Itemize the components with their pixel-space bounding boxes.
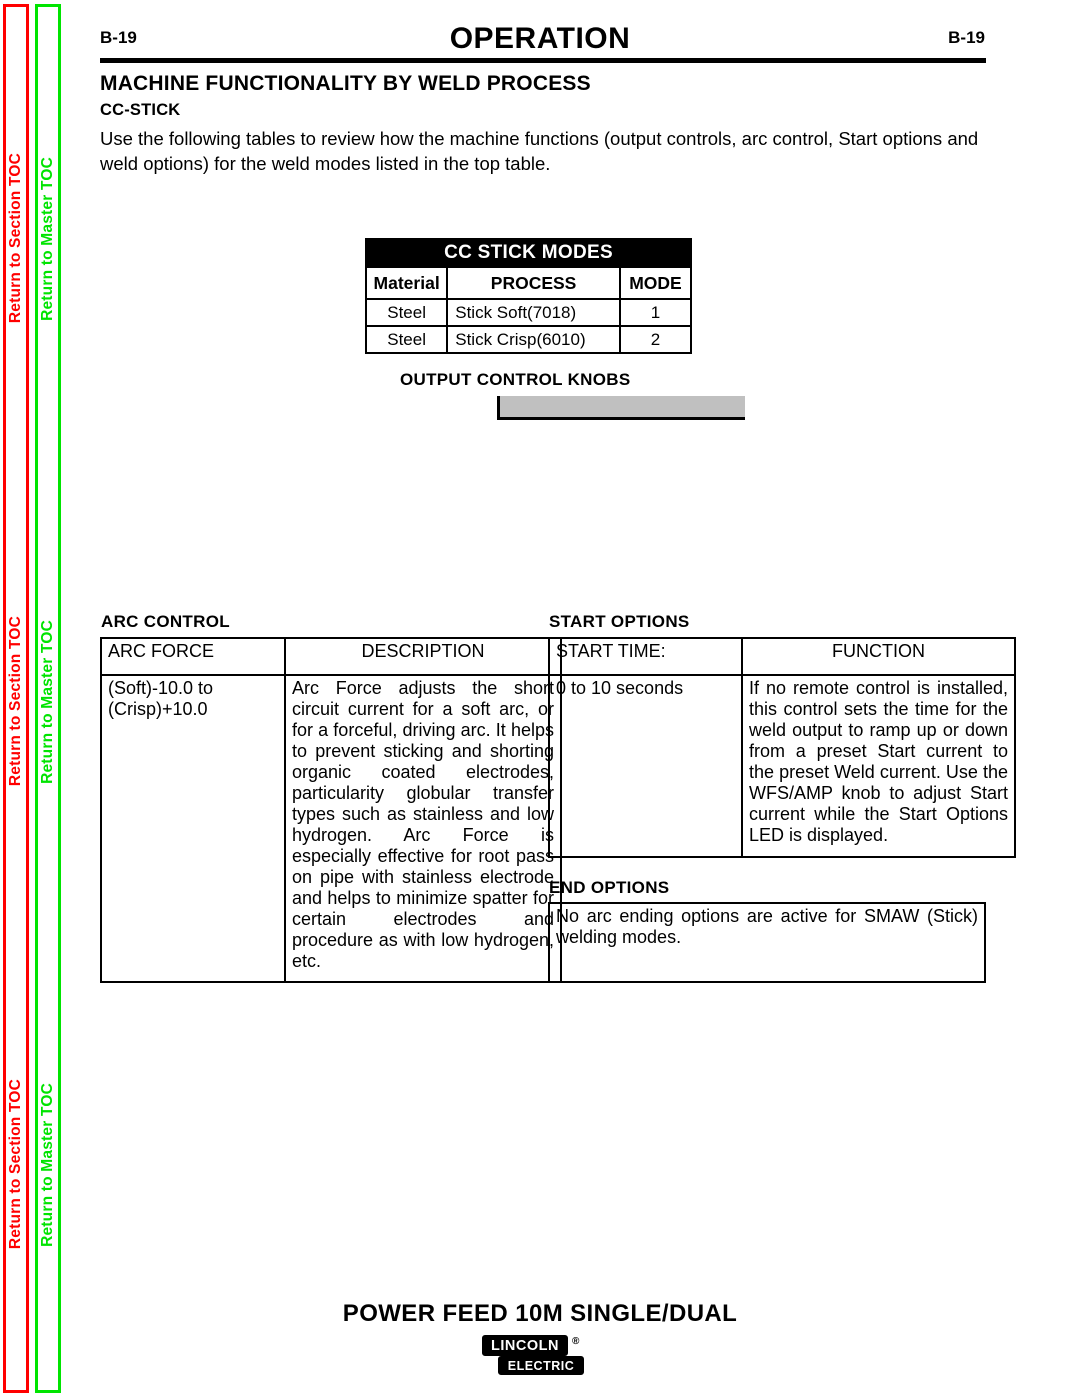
footer-product-title: POWER FEED 10M SINGLE/DUAL (342, 1300, 738, 1327)
logo-mark: LINCOLN ® ELECTRIC (482, 1333, 598, 1377)
table-row: (Soft)-10.0 to (Crisp)+10.0 Arc Force ad… (100, 674, 562, 983)
end-options-label: END OPTIONS (549, 878, 670, 897)
registered-trademark-icon: ® (572, 1336, 580, 1347)
page-number-right: B-19 (948, 28, 985, 47)
start-options-label: START OPTIONS (549, 612, 690, 631)
column-header-start-time: START TIME: (548, 637, 743, 676)
header-rule (100, 58, 986, 63)
subsection-heading: CC-STICK (100, 101, 181, 119)
cell-material: Steel (364, 325, 449, 354)
output-control-knobs-bar (497, 396, 745, 420)
cell-process: Stick Soft(7018) (446, 298, 621, 327)
cell-end-options-text: No arc ending options are active for SMA… (548, 902, 986, 983)
table-row: Material PROCESS MODE (364, 266, 693, 300)
page-title: OPERATION (449, 22, 631, 55)
intro-paragraph: Use the following tables to review how t… (100, 128, 979, 174)
cell-mode: 1 (618, 298, 693, 327)
table-row: Steel Stick Crisp(6010) 2 (364, 325, 693, 354)
section-heading: MACHINE FUNCTIONALITY BY WELD PROCESS (100, 72, 591, 95)
table-row: No arc ending options are active for SMA… (548, 902, 986, 983)
column-header-description: DESCRIPTION (284, 637, 562, 676)
table-row: Steel Stick Soft(7018) 1 (364, 298, 693, 327)
document-page: B-19 OPERATION B-19 MACHINE FUNCTIONALIT… (0, 0, 1080, 1397)
cell-arc-force-description: Arc Force adjusts the short circuit curr… (284, 674, 562, 983)
cell-mode: 2 (618, 325, 693, 354)
column-header-mode: MODE (618, 266, 693, 300)
logo-lincoln-text: LINCOLN (482, 1335, 568, 1356)
column-header-arc-force: ARC FORCE (100, 637, 286, 676)
cell-arc-force-range: (Soft)-10.0 to (Crisp)+10.0 (100, 674, 286, 983)
output-control-knobs-label: OUTPUT CONTROL KNOBS (400, 370, 631, 389)
table-row: START TIME: FUNCTION (548, 637, 1016, 676)
column-header-process: PROCESS (446, 266, 621, 300)
start-options-table: START TIME: FUNCTION 0 to 10 seconds If … (548, 637, 1016, 858)
cc-stick-modes-title: CC STICK MODES (365, 238, 692, 268)
end-options-table: No arc ending options are active for SMA… (548, 902, 986, 983)
column-header-function: FUNCTION (741, 637, 1016, 676)
table-row: CC STICK MODES (365, 238, 692, 268)
cell-material: Steel (364, 298, 449, 327)
table-row: ARC FORCE DESCRIPTION (100, 637, 562, 676)
logo-electric-text: ELECTRIC (498, 1356, 584, 1375)
cell-process: Stick Crisp(6010) (446, 325, 621, 354)
lincoln-electric-logo: LINCOLN ® ELECTRIC (0, 1333, 1080, 1379)
cc-stick-modes-table: CC STICK MODES Material PROCESS MODE Ste… (364, 238, 693, 354)
cell-start-time-range: 0 to 10 seconds (548, 674, 743, 858)
cell-start-time-function: If no remote control is installed, this … (741, 674, 1016, 858)
column-header-material: Material (364, 266, 449, 300)
table-row: 0 to 10 seconds If no remote control is … (548, 674, 1016, 858)
arc-control-label: ARC CONTROL (101, 612, 230, 631)
arc-control-table: ARC FORCE DESCRIPTION (Soft)-10.0 to (Cr… (100, 637, 562, 983)
